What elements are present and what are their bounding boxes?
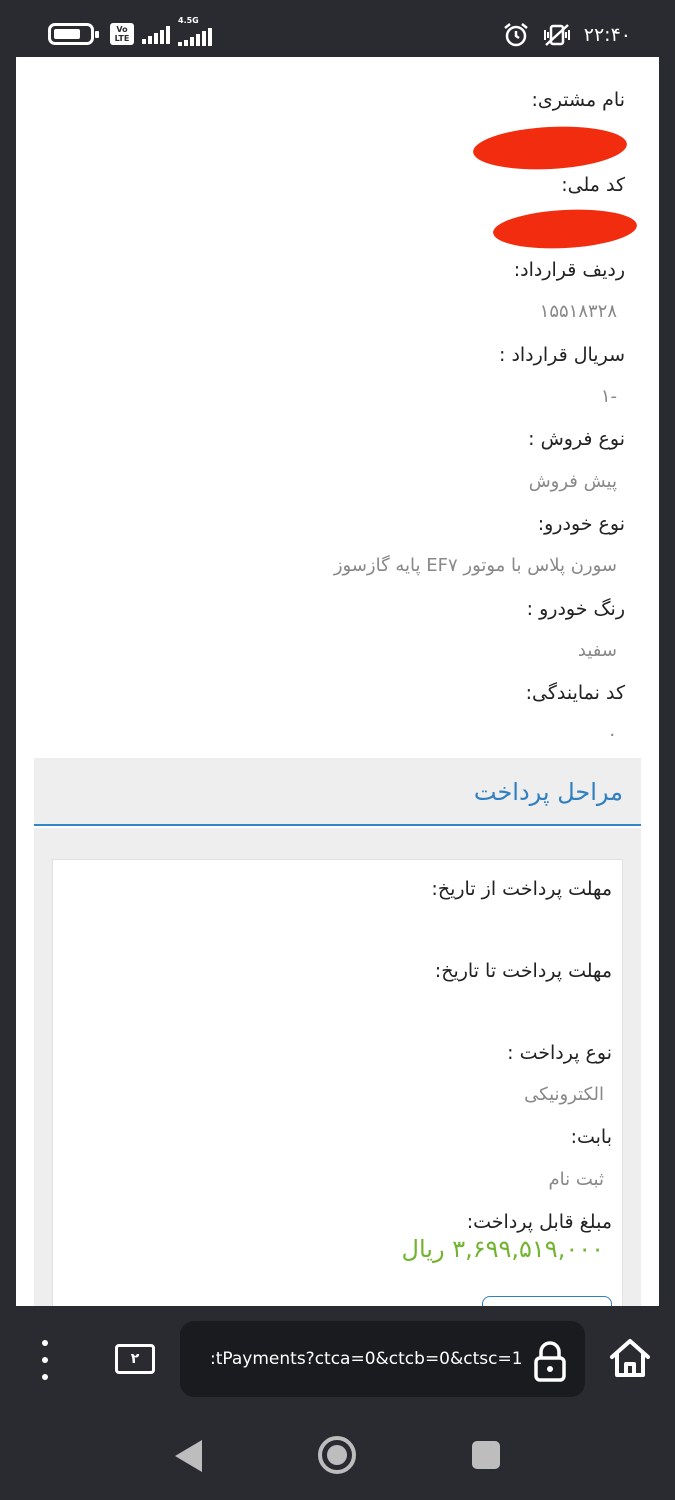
customer-name-label: نام مشتری: — [531, 89, 626, 111]
recent-apps-icon[interactable] — [472, 1441, 500, 1469]
sale-type-label: نوع فروش : — [528, 428, 625, 450]
status-bar: Vo LTE 4.5G ۲۲:۴۰ — [0, 0, 675, 57]
payment-type-value: الکترونیکی — [524, 1084, 604, 1105]
payment-type-label: نوع پرداخت : — [507, 1042, 612, 1064]
vibrate-off-icon — [543, 24, 570, 46]
car-type-value: سورن پلاس با موتور EF۷ پایه گازسوز — [333, 555, 617, 576]
home-icon[interactable] — [608, 1337, 652, 1379]
car-color-value: سفید — [577, 640, 617, 661]
status-left: Vo LTE 4.5G — [48, 16, 212, 48]
battery-icon — [48, 23, 99, 45]
network-signal-icon: 4.5G — [178, 16, 212, 46]
payment-card: مهلت پرداخت از تاریخ: مهلت پرداخت تا تار… — [52, 859, 623, 1307]
clock: ۲۲:۴۰ — [583, 24, 631, 46]
more-menu-icon[interactable] — [36, 1340, 54, 1380]
payment-steps-title: مراحل پرداخت — [473, 778, 623, 806]
contract-serial-value: -۱ — [600, 386, 617, 407]
redacted-customer-name — [472, 122, 628, 174]
contract-serial-label: سریال قرارداد : — [499, 344, 625, 366]
redacted-national-id — [492, 206, 638, 252]
car-type-label: نوع خودرو: — [537, 513, 625, 535]
volte-icon: Vo LTE — [110, 23, 134, 45]
car-color-label: رنگ خودرو : — [526, 598, 625, 620]
back-icon[interactable] — [175, 1440, 202, 1472]
contract-row-label: ردیف قرارداد: — [513, 259, 625, 281]
contract-row-value: ۱۵۵۱۸۳۲۸ — [539, 301, 617, 322]
payment-to-date-label: مهلت پرداخت تا تاریخ: — [434, 960, 612, 982]
network-type-label: 4.5G — [178, 16, 199, 25]
tab-switcher-button[interactable]: ۲ — [115, 1344, 155, 1374]
national-id-label: کد ملی: — [561, 174, 625, 196]
lock-icon[interactable] — [532, 1339, 568, 1383]
alarm-icon — [503, 23, 528, 47]
agency-code-label: کد نمایندگی: — [525, 682, 625, 704]
browser-toolbar: ۲ :tPayments?ctca=0&ctcb=0&ctsc=1 — [0, 1306, 675, 1410]
agency-code-value: ۰ — [607, 724, 617, 745]
payment-for-value: ثبت نام — [548, 1169, 604, 1190]
home-circle-icon[interactable] — [318, 1436, 356, 1474]
system-navigation-bar — [0, 1410, 675, 1500]
address-bar[interactable]: :tPayments?ctca=0&ctcb=0&ctsc=1 — [180, 1321, 585, 1397]
payable-amount-value: ۳,۶۹۹,۵۱۹,۰۰۰ ریال — [401, 1235, 604, 1263]
payable-amount-label: مبلغ قابل پرداخت: — [466, 1211, 612, 1233]
url-text[interactable]: :tPayments?ctca=0&ctcb=0&ctsc=1 — [210, 1349, 523, 1369]
signal-icon — [142, 24, 170, 44]
payment-steps-body: مهلت پرداخت از تاریخ: مهلت پرداخت تا تار… — [34, 828, 641, 1307]
payment-steps-header[interactable]: مراحل پرداخت — [34, 758, 641, 826]
status-right: ۲۲:۴۰ — [502, 18, 631, 52]
contract-page[interactable]: نام مشتری: کد ملی: ردیف قرارداد: ۱۵۵۱۸۳۲… — [16, 57, 659, 1307]
payment-from-date-label: مهلت پرداخت از تاریخ: — [431, 878, 612, 900]
payment-for-label: بابت: — [570, 1126, 612, 1148]
sale-type-value: پیش فروش — [528, 471, 617, 492]
